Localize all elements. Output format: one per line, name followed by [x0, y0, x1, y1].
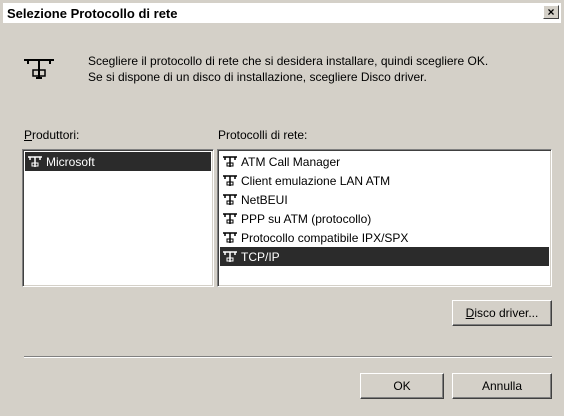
list-item-label: PPP su ATM (protocollo)	[241, 211, 372, 226]
cancel-button[interactable]: Annulla	[452, 373, 552, 399]
list-item-netbeui[interactable]: NetBEUI	[220, 190, 549, 209]
manufacturers-label-accel: P	[24, 128, 33, 142]
list-item-ppp-over-atm[interactable]: PPP su ATM (protocollo)	[220, 209, 549, 228]
manufacturers-label: Produttori:	[24, 128, 79, 142]
manufacturers-list[interactable]: Microsoft	[22, 149, 214, 287]
list-item-label: ATM Call Manager	[241, 154, 341, 169]
network-protocol-dialog: Selezione Protocollo di rete × Scegliere…	[0, 0, 564, 416]
network-protocol-icon	[24, 59, 54, 79]
intro-line-2: Se si dispone di un disco di installazio…	[88, 70, 427, 84]
protocols-list[interactable]: ATM Call Manager Client emulazione LAN A…	[217, 149, 552, 287]
list-item-tcp-ip[interactable]: TCP/IP	[220, 247, 549, 266]
disk-driver-label: isco driver...	[474, 306, 539, 320]
intro-line-1: Scegliere il protocollo di rete che si d…	[88, 54, 489, 68]
divider	[24, 356, 552, 358]
title-bar[interactable]: Selezione Protocollo di rete ×	[3, 3, 561, 23]
network-protocol-icon	[223, 212, 237, 224]
list-item-label: NetBEUI	[241, 192, 288, 207]
network-protocol-icon	[223, 193, 237, 205]
list-item-atm-call-manager[interactable]: ATM Call Manager	[220, 152, 549, 171]
network-protocol-icon	[223, 155, 237, 167]
list-item-label: Client emulazione LAN ATM	[241, 173, 391, 188]
list-item-lan-emulation-client[interactable]: Client emulazione LAN ATM	[220, 171, 549, 190]
list-item-label: Protocollo compatibile IPX/SPX	[241, 230, 409, 245]
close-button[interactable]: ×	[543, 5, 559, 19]
network-protocol-icon	[28, 155, 42, 167]
list-item-label: TCP/IP	[241, 249, 280, 264]
protocols-label: Protocolli di rete:	[218, 128, 308, 142]
window-title: Selezione Protocollo di rete	[7, 5, 178, 21]
intro-text: Scegliere il protocollo di rete che si d…	[88, 53, 548, 85]
list-item-ipx-spx[interactable]: Protocollo compatibile IPX/SPX	[220, 228, 549, 247]
close-icon: ×	[547, 5, 555, 19]
list-item-label: Microsoft	[46, 154, 95, 169]
network-protocol-icon	[223, 250, 237, 262]
disk-driver-accel: D	[465, 306, 475, 320]
disk-driver-button[interactable]: Disco driver...	[452, 300, 552, 326]
network-protocol-icon	[223, 231, 237, 243]
ok-button[interactable]: OK	[360, 373, 444, 399]
network-protocol-icon	[223, 174, 237, 186]
list-item-microsoft[interactable]: Microsoft	[25, 152, 211, 171]
manufacturers-label-rest: roduttori:	[32, 128, 80, 142]
